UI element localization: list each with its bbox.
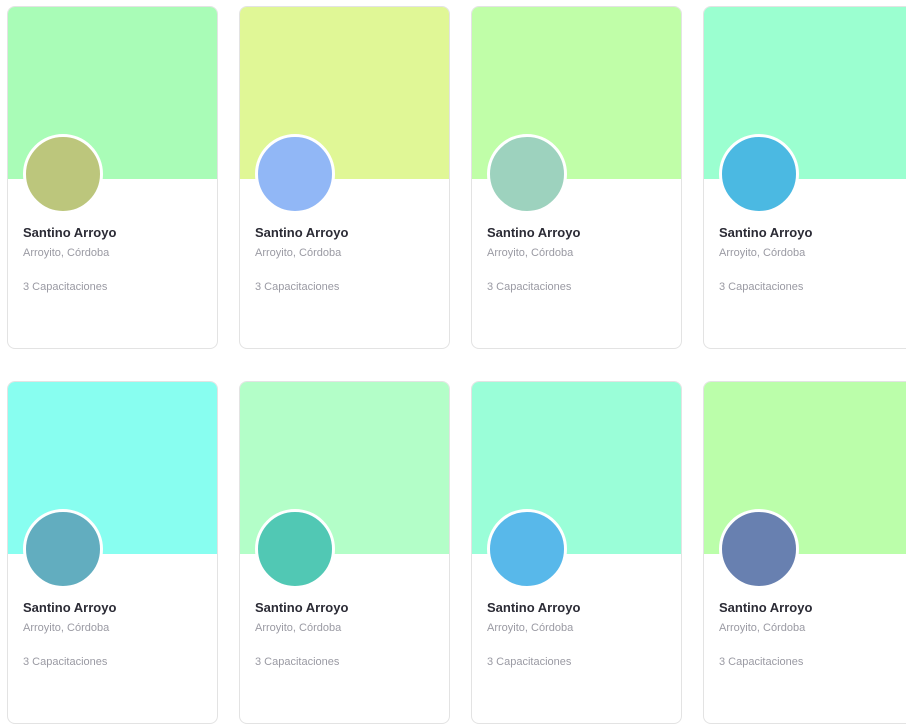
profile-location: Arroyito, Córdoba — [487, 247, 574, 259]
avatar — [719, 134, 799, 214]
profile-location: Arroyito, Córdoba — [23, 622, 110, 634]
profile-name: Santino Arroyo — [23, 225, 117, 240]
profile-card[interactable]: Santino Arroyo Arroyito, Córdoba 3 Capac… — [471, 381, 682, 724]
trainings-count: 3 Capacitaciones — [255, 281, 340, 293]
profile-card[interactable]: Santino Arroyo Arroyito, Córdoba 3 Capac… — [7, 6, 218, 349]
profile-name: Santino Arroyo — [487, 600, 581, 615]
profile-card[interactable]: Santino Arroyo Arroyito, Córdoba 3 Capac… — [703, 6, 906, 349]
profile-card[interactable]: Santino Arroyo Arroyito, Córdoba 3 Capac… — [471, 6, 682, 349]
trainings-count: 3 Capacitaciones — [719, 656, 804, 668]
trainings-count: 3 Capacitaciones — [487, 656, 572, 668]
profile-location: Arroyito, Córdoba — [487, 622, 574, 634]
trainings-count: 3 Capacitaciones — [255, 656, 340, 668]
trainings-count: 3 Capacitaciones — [23, 656, 108, 668]
avatar — [255, 134, 335, 214]
avatar — [23, 509, 103, 589]
profile-location: Arroyito, Córdoba — [719, 622, 806, 634]
profile-card[interactable]: Santino Arroyo Arroyito, Córdoba 3 Capac… — [7, 381, 218, 724]
profile-card[interactable]: Santino Arroyo Arroyito, Córdoba 3 Capac… — [239, 381, 450, 724]
profile-location: Arroyito, Córdoba — [255, 247, 342, 259]
avatar — [719, 509, 799, 589]
profile-location: Arroyito, Córdoba — [255, 622, 342, 634]
avatar — [487, 134, 567, 214]
trainings-count: 3 Capacitaciones — [23, 281, 108, 293]
trainings-count: 3 Capacitaciones — [719, 281, 804, 293]
profile-name: Santino Arroyo — [719, 600, 813, 615]
profile-location: Arroyito, Córdoba — [719, 247, 806, 259]
profile-card-grid: Santino Arroyo Arroyito, Córdoba 3 Capac… — [0, 0, 906, 724]
profile-name: Santino Arroyo — [487, 225, 581, 240]
avatar — [255, 509, 335, 589]
profile-name: Santino Arroyo — [719, 225, 813, 240]
profile-name: Santino Arroyo — [255, 600, 349, 615]
avatar — [487, 509, 567, 589]
profile-card[interactable]: Santino Arroyo Arroyito, Córdoba 3 Capac… — [703, 381, 906, 724]
profile-name: Santino Arroyo — [255, 225, 349, 240]
profile-card[interactable]: Santino Arroyo Arroyito, Córdoba 3 Capac… — [239, 6, 450, 349]
avatar — [23, 134, 103, 214]
profile-name: Santino Arroyo — [23, 600, 117, 615]
profile-location: Arroyito, Córdoba — [23, 247, 110, 259]
trainings-count: 3 Capacitaciones — [487, 281, 572, 293]
